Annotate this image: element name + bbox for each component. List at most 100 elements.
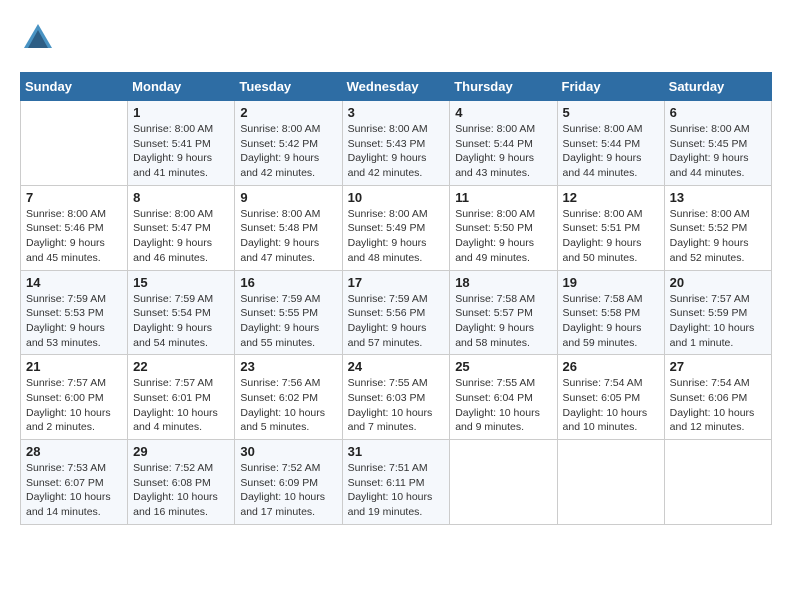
day-info: Sunrise: 7:57 AM Sunset: 6:00 PM Dayligh…	[26, 376, 122, 435]
day-number: 16	[240, 275, 336, 290]
day-info: Sunrise: 7:56 AM Sunset: 6:02 PM Dayligh…	[240, 376, 336, 435]
day-number: 26	[563, 359, 659, 374]
calendar-cell: 18 Sunrise: 7:58 AM Sunset: 5:57 PM Dayli…	[450, 270, 557, 355]
calendar-cell: 30 Sunrise: 7:52 AM Sunset: 6:09 PM Dayli…	[235, 440, 342, 525]
day-info: Sunrise: 7:57 AM Sunset: 6:01 PM Dayligh…	[133, 376, 229, 435]
day-number: 14	[26, 275, 122, 290]
logo	[20, 20, 60, 56]
day-number: 22	[133, 359, 229, 374]
col-header-friday: Friday	[557, 73, 664, 101]
day-number: 10	[348, 190, 445, 205]
calendar-cell: 19 Sunrise: 7:58 AM Sunset: 5:58 PM Dayli…	[557, 270, 664, 355]
col-header-wednesday: Wednesday	[342, 73, 450, 101]
day-number: 4	[455, 105, 551, 120]
calendar-cell	[557, 440, 664, 525]
day-number: 19	[563, 275, 659, 290]
calendar-cell: 17 Sunrise: 7:59 AM Sunset: 5:56 PM Dayli…	[342, 270, 450, 355]
calendar-cell	[450, 440, 557, 525]
col-header-monday: Monday	[128, 73, 235, 101]
day-number: 6	[670, 105, 766, 120]
day-info: Sunrise: 8:00 AM Sunset: 5:52 PM Dayligh…	[670, 207, 766, 266]
calendar-cell: 7 Sunrise: 8:00 AM Sunset: 5:46 PM Daylig…	[21, 185, 128, 270]
calendar-cell: 4 Sunrise: 8:00 AM Sunset: 5:44 PM Daylig…	[450, 101, 557, 186]
day-number: 25	[455, 359, 551, 374]
calendar-cell: 21 Sunrise: 7:57 AM Sunset: 6:00 PM Dayli…	[21, 355, 128, 440]
day-number: 18	[455, 275, 551, 290]
calendar-cell: 29 Sunrise: 7:52 AM Sunset: 6:08 PM Dayli…	[128, 440, 235, 525]
day-info: Sunrise: 8:00 AM Sunset: 5:48 PM Dayligh…	[240, 207, 336, 266]
calendar-cell: 6 Sunrise: 8:00 AM Sunset: 5:45 PM Daylig…	[664, 101, 771, 186]
day-info: Sunrise: 7:58 AM Sunset: 5:58 PM Dayligh…	[563, 292, 659, 351]
calendar-cell	[21, 101, 128, 186]
calendar-cell: 26 Sunrise: 7:54 AM Sunset: 6:05 PM Dayli…	[557, 355, 664, 440]
calendar-cell: 27 Sunrise: 7:54 AM Sunset: 6:06 PM Dayli…	[664, 355, 771, 440]
day-number: 30	[240, 444, 336, 459]
day-info: Sunrise: 8:00 AM Sunset: 5:42 PM Dayligh…	[240, 122, 336, 181]
day-info: Sunrise: 7:59 AM Sunset: 5:56 PM Dayligh…	[348, 292, 445, 351]
day-info: Sunrise: 7:54 AM Sunset: 6:05 PM Dayligh…	[563, 376, 659, 435]
day-number: 5	[563, 105, 659, 120]
day-number: 20	[670, 275, 766, 290]
col-header-thursday: Thursday	[450, 73, 557, 101]
day-number: 27	[670, 359, 766, 374]
day-info: Sunrise: 7:51 AM Sunset: 6:11 PM Dayligh…	[348, 461, 445, 520]
day-number: 9	[240, 190, 336, 205]
day-info: Sunrise: 7:52 AM Sunset: 6:09 PM Dayligh…	[240, 461, 336, 520]
day-number: 28	[26, 444, 122, 459]
page-header	[20, 20, 772, 56]
calendar-cell: 20 Sunrise: 7:57 AM Sunset: 5:59 PM Dayli…	[664, 270, 771, 355]
calendar-cell: 14 Sunrise: 7:59 AM Sunset: 5:53 PM Dayli…	[21, 270, 128, 355]
day-info: Sunrise: 7:55 AM Sunset: 6:03 PM Dayligh…	[348, 376, 445, 435]
day-info: Sunrise: 7:57 AM Sunset: 5:59 PM Dayligh…	[670, 292, 766, 351]
calendar-cell: 1Sunrise: 8:00 AM Sunset: 5:41 PM Daylig…	[128, 101, 235, 186]
day-info: Sunrise: 7:55 AM Sunset: 6:04 PM Dayligh…	[455, 376, 551, 435]
logo-icon	[20, 20, 56, 56]
day-number: 17	[348, 275, 445, 290]
day-number: 13	[670, 190, 766, 205]
day-number: 23	[240, 359, 336, 374]
day-info: Sunrise: 7:52 AM Sunset: 6:08 PM Dayligh…	[133, 461, 229, 520]
calendar-cell: 5Sunrise: 8:00 AM Sunset: 5:44 PM Daylig…	[557, 101, 664, 186]
calendar-cell: 25 Sunrise: 7:55 AM Sunset: 6:04 PM Dayli…	[450, 355, 557, 440]
day-number: 2	[240, 105, 336, 120]
day-info: Sunrise: 8:00 AM Sunset: 5:47 PM Dayligh…	[133, 207, 229, 266]
day-info: Sunrise: 8:00 AM Sunset: 5:43 PM Dayligh…	[348, 122, 445, 181]
calendar-cell: 15Sunrise: 7:59 AM Sunset: 5:54 PM Dayli…	[128, 270, 235, 355]
calendar-cell: 12 Sunrise: 8:00 AM Sunset: 5:51 PM Dayli…	[557, 185, 664, 270]
col-header-saturday: Saturday	[664, 73, 771, 101]
calendar-cell: 3 Sunrise: 8:00 AM Sunset: 5:43 PM Daylig…	[342, 101, 450, 186]
calendar-cell: 28 Sunrise: 7:53 AM Sunset: 6:07 PM Dayli…	[21, 440, 128, 525]
day-info: Sunrise: 7:59 AM Sunset: 5:53 PM Dayligh…	[26, 292, 122, 351]
day-number: 29	[133, 444, 229, 459]
calendar-cell: 13 Sunrise: 8:00 AM Sunset: 5:52 PM Dayli…	[664, 185, 771, 270]
day-number: 7	[26, 190, 122, 205]
day-info: Sunrise: 7:59 AM Sunset: 5:54 PM Dayligh…	[133, 292, 229, 351]
calendar-cell: 8 Sunrise: 8:00 AM Sunset: 5:47 PM Daylig…	[128, 185, 235, 270]
col-header-sunday: Sunday	[21, 73, 128, 101]
calendar-cell: 23 Sunrise: 7:56 AM Sunset: 6:02 PM Dayli…	[235, 355, 342, 440]
day-info: Sunrise: 8:00 AM Sunset: 5:44 PM Dayligh…	[455, 122, 551, 181]
day-info: Sunrise: 8:00 AM Sunset: 5:50 PM Dayligh…	[455, 207, 551, 266]
calendar-cell: 2 Sunrise: 8:00 AM Sunset: 5:42 PM Daylig…	[235, 101, 342, 186]
day-number: 24	[348, 359, 445, 374]
day-number: 3	[348, 105, 445, 120]
day-number: 21	[26, 359, 122, 374]
day-number: 31	[348, 444, 445, 459]
day-info: Sunrise: 7:59 AM Sunset: 5:55 PM Dayligh…	[240, 292, 336, 351]
col-header-tuesday: Tuesday	[235, 73, 342, 101]
day-info: Sunrise: 8:00 AM Sunset: 5:46 PM Dayligh…	[26, 207, 122, 266]
day-number: 8	[133, 190, 229, 205]
day-info: Sunrise: 7:58 AM Sunset: 5:57 PM Dayligh…	[455, 292, 551, 351]
day-info: Sunrise: 8:00 AM Sunset: 5:41 PM Dayligh…	[133, 122, 229, 181]
day-number: 12	[563, 190, 659, 205]
day-info: Sunrise: 8:00 AM Sunset: 5:51 PM Dayligh…	[563, 207, 659, 266]
day-info: Sunrise: 8:00 AM Sunset: 5:49 PM Dayligh…	[348, 207, 445, 266]
day-info: Sunrise: 7:53 AM Sunset: 6:07 PM Dayligh…	[26, 461, 122, 520]
day-info: Sunrise: 8:00 AM Sunset: 5:45 PM Dayligh…	[670, 122, 766, 181]
day-info: Sunrise: 7:54 AM Sunset: 6:06 PM Dayligh…	[670, 376, 766, 435]
calendar-table: SundayMondayTuesdayWednesdayThursdayFrid…	[20, 72, 772, 525]
calendar-cell: 22 Sunrise: 7:57 AM Sunset: 6:01 PM Dayli…	[128, 355, 235, 440]
day-number: 11	[455, 190, 551, 205]
calendar-cell: 31 Sunrise: 7:51 AM Sunset: 6:11 PM Dayli…	[342, 440, 450, 525]
calendar-cell	[664, 440, 771, 525]
